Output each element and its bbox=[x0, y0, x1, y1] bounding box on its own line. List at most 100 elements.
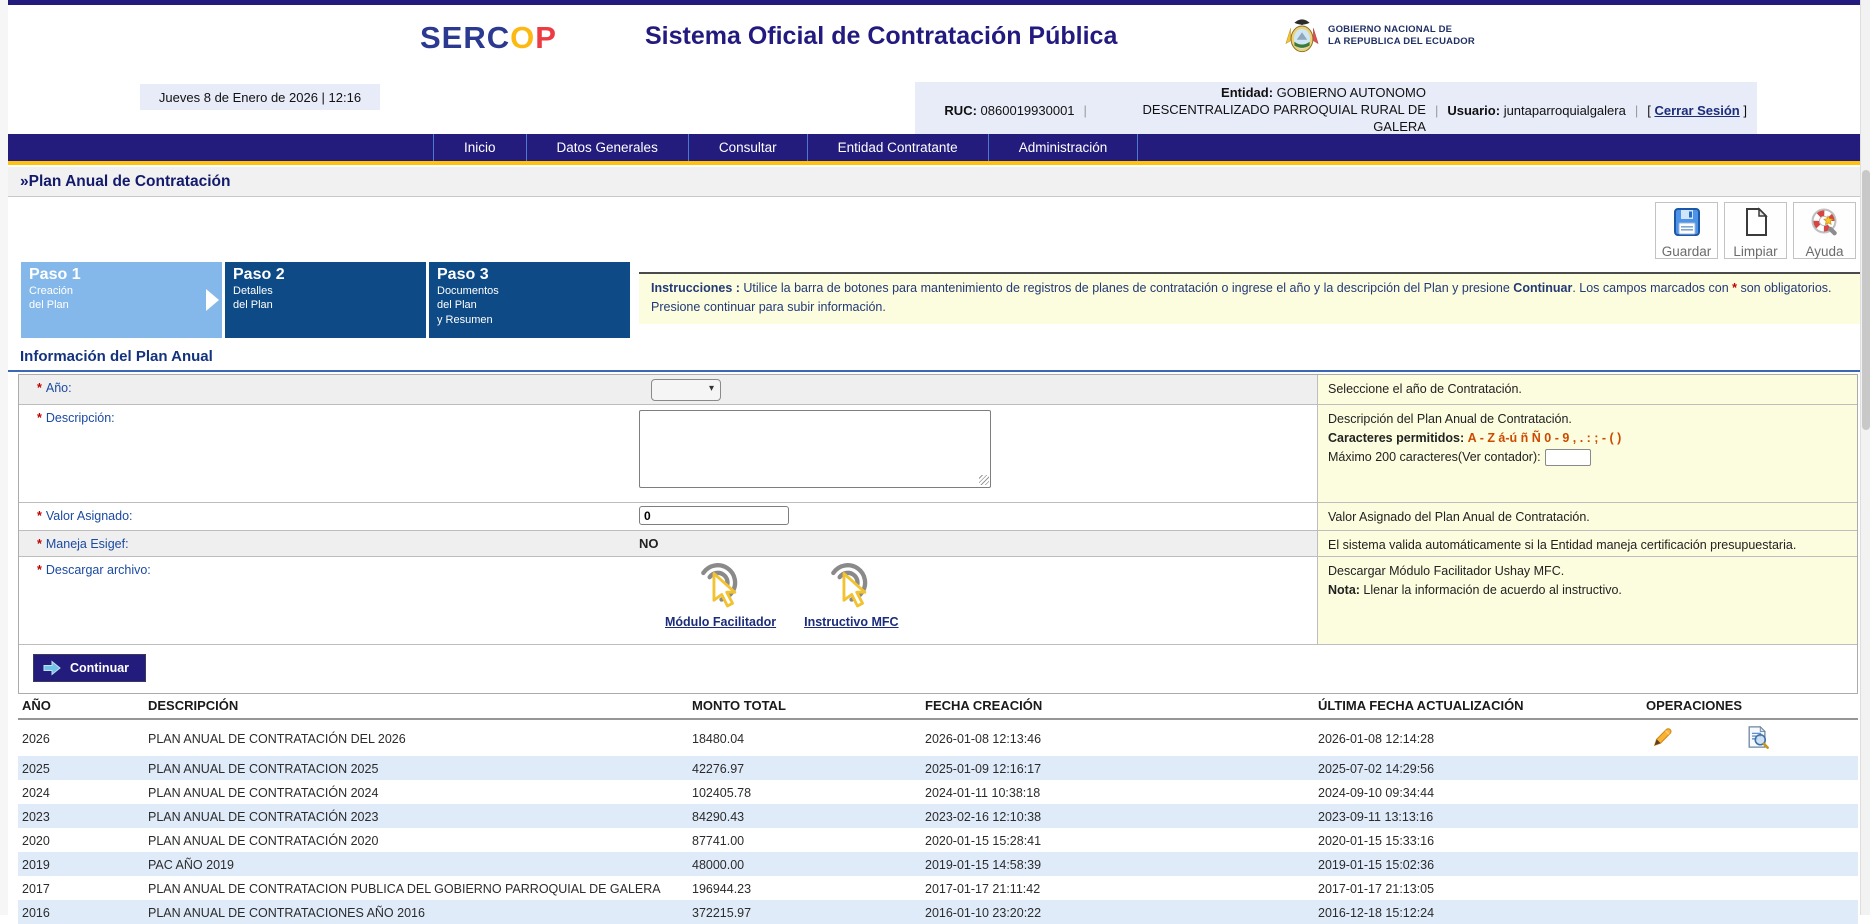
table-row: 2020PLAN ANUAL DE CONTRATACIÓN 202087741… bbox=[18, 828, 1858, 852]
save-floppy-icon bbox=[1671, 206, 1703, 238]
step-3-documentos[interactable]: Paso 3 Documentos del Plan y Resumen bbox=[429, 262, 630, 338]
help-line: Descargar Módulo Facilitador Ushay MFC. bbox=[1328, 562, 1847, 581]
table-row: 2025PLAN ANUAL DE CONTRATACION 202542276… bbox=[18, 756, 1858, 780]
chars-label: Caracteres permitidos: bbox=[1328, 431, 1464, 445]
step-title: Paso 3 bbox=[437, 265, 630, 284]
module-facilitador-download[interactable]: Módulo Facilitador bbox=[665, 562, 776, 629]
continue-button[interactable]: Continuar bbox=[33, 654, 146, 682]
instructions-label: Instrucciones : bbox=[651, 281, 740, 295]
view-document-icon[interactable] bbox=[1745, 725, 1770, 752]
logout-wrap: [ Cerrar Sesión ] bbox=[1647, 103, 1747, 118]
top-accent-bar bbox=[8, 0, 1860, 5]
session-bar: RUC: 0860019930001 | Entidad: GOBIERNO A… bbox=[915, 82, 1757, 139]
help-button[interactable]: Ayuda bbox=[1793, 202, 1856, 259]
page-title: »Plan Anual de Contratación bbox=[8, 167, 1860, 197]
form-row-year: *Año: ▾ Seleccione el año de Contratació… bbox=[19, 375, 1857, 405]
wizard-steps: Paso 1 Creación del Plan Paso 2 Detalles… bbox=[21, 262, 630, 338]
step-line: Documentos bbox=[437, 284, 630, 298]
cell-created: 2020-01-15 15:28:41 bbox=[925, 828, 1318, 852]
form-section-title: Información del Plan Anual bbox=[8, 346, 1860, 372]
plan-form: *Año: ▾ Seleccione el año de Contratació… bbox=[18, 374, 1858, 694]
description-field-cell bbox=[633, 405, 1317, 502]
instructivo-mfc-link[interactable]: Instructivo MFC bbox=[804, 615, 898, 629]
help-line: Descripción del Plan Anual de Contrataci… bbox=[1328, 410, 1847, 429]
clear-button-label: Limpiar bbox=[1725, 244, 1786, 259]
scrollbar-track[interactable] bbox=[1860, 0, 1870, 915]
required-asterisk: * bbox=[37, 509, 42, 523]
step-2-detalles[interactable]: Paso 2 Detalles del Plan bbox=[225, 262, 426, 338]
nav-item-inicio[interactable]: Inicio bbox=[433, 134, 526, 161]
nav-item-administracion[interactable]: Administración bbox=[988, 134, 1139, 161]
chars-value: A - Z á-ú ñ Ñ 0 - 9 , . : ; - ( ) bbox=[1468, 431, 1622, 445]
separator: | bbox=[1635, 103, 1638, 118]
form-row-description: *Descripción: Descripción del Plan Anual… bbox=[19, 405, 1857, 503]
ruc-info: RUC: 0860019930001 bbox=[944, 103, 1074, 118]
clear-button[interactable]: Limpiar bbox=[1724, 202, 1787, 259]
form-row-value: *Valor Asignado: Valor Asignado del Plan… bbox=[19, 503, 1857, 531]
instructions-box: Instrucciones : Utilice la barra de boto… bbox=[639, 272, 1861, 324]
step-1-creacion[interactable]: Paso 1 Creación del Plan bbox=[21, 262, 222, 338]
step-line: del Plan bbox=[233, 298, 426, 312]
blank-page-icon bbox=[1740, 206, 1772, 238]
instructivo-mfc-download[interactable]: Instructivo MFC bbox=[804, 562, 898, 629]
cell-amount: 196944.23 bbox=[692, 876, 925, 900]
assigned-value-input[interactable] bbox=[639, 506, 789, 525]
save-button-label: Guardar bbox=[1656, 244, 1717, 259]
header-amount: MONTO TOTAL bbox=[692, 692, 925, 719]
edit-pencil-icon[interactable] bbox=[1650, 726, 1674, 751]
year-label: * Año: bbox=[19, 375, 633, 404]
datetime-display: Jueves 8 de Enero de 2026 | 12:16 bbox=[140, 84, 380, 110]
cell-created: 2017-01-17 21:11:42 bbox=[925, 876, 1318, 900]
label-text: Maneja Esigef: bbox=[46, 537, 129, 551]
table-row: 2024PLAN ANUAL DE CONTRATACIÓN 202410240… bbox=[18, 780, 1858, 804]
table-row: 2019PAC AÑO 201948000.002019-01-15 14:58… bbox=[18, 852, 1858, 876]
max-chars-label: Máximo 200 caracteres(Ver contador): bbox=[1328, 450, 1541, 464]
cell-operations bbox=[1646, 780, 1858, 804]
separator: | bbox=[1084, 103, 1087, 118]
download-label: *Descargar archivo: bbox=[19, 557, 633, 644]
logo-text-yellow: O bbox=[510, 20, 535, 55]
nav-yellow-underline bbox=[8, 161, 1860, 165]
download-help: Descargar Módulo Facilitador Ushay MFC. … bbox=[1317, 557, 1857, 644]
help-line: Máximo 200 caracteres(Ver contador): bbox=[1328, 448, 1847, 467]
gov-line1: GOBIERNO NACIONAL DE bbox=[1328, 24, 1475, 36]
label-text: Año: bbox=[46, 381, 72, 395]
cell-amount: 84290.43 bbox=[692, 804, 925, 828]
cell-updated: 2023-09-11 13:13:16 bbox=[1318, 804, 1646, 828]
cell-operations bbox=[1646, 719, 1858, 756]
nav-item-datos-generales[interactable]: Datos Generales bbox=[526, 134, 688, 161]
cell-year: 2019 bbox=[18, 852, 148, 876]
required-asterisk: * bbox=[37, 381, 42, 395]
year-select[interactable] bbox=[651, 379, 721, 401]
module-facilitador-link[interactable]: Módulo Facilitador bbox=[665, 615, 776, 629]
scrollbar-thumb[interactable] bbox=[1862, 170, 1870, 430]
cell-description: PLAN ANUAL DE CONTRATACIÓN 2024 bbox=[148, 780, 692, 804]
nav-item-entidad-contratante[interactable]: Entidad Contratante bbox=[807, 134, 988, 161]
cell-created: 2025-01-09 12:16:17 bbox=[925, 756, 1318, 780]
separator: | bbox=[1435, 103, 1438, 118]
help-line: Nota: Llenar la información de acuerdo a… bbox=[1328, 581, 1847, 600]
cell-operations bbox=[1646, 900, 1858, 924]
cell-description: PLAN ANUAL DE CONTRATACIÓN DEL 2026 bbox=[148, 719, 692, 756]
cursor-click-icon bbox=[820, 562, 882, 614]
logout-link[interactable]: Cerrar Sesión bbox=[1654, 103, 1739, 118]
cell-updated: 2016-12-18 15:12:24 bbox=[1318, 900, 1646, 924]
cell-description: PLAN ANUAL DE CONTRATACIÓN 2023 bbox=[148, 804, 692, 828]
nav-item-consultar[interactable]: Consultar bbox=[688, 134, 807, 161]
value-help: Valor Asignado del Plan Anual de Contrat… bbox=[1317, 503, 1857, 530]
value-field-cell bbox=[633, 503, 1317, 530]
save-button[interactable]: Guardar bbox=[1655, 202, 1718, 259]
gov-line2: LA REPUBLICA DEL ECUADOR bbox=[1328, 36, 1475, 48]
cell-updated: 2025-07-02 14:29:56 bbox=[1318, 756, 1646, 780]
header-year: AÑO bbox=[18, 692, 148, 719]
cell-operations bbox=[1646, 804, 1858, 828]
main-nav: Inicio Datos Generales Consultar Entidad… bbox=[8, 134, 1860, 161]
form-row-download: *Descargar archivo: Módulo Facilitador bbox=[19, 557, 1857, 645]
header-operations: OPERACIONES bbox=[1646, 692, 1858, 719]
cell-year: 2017 bbox=[18, 876, 148, 900]
cell-year: 2024 bbox=[18, 780, 148, 804]
cursor-click-icon bbox=[690, 562, 752, 614]
description-textarea[interactable] bbox=[639, 410, 991, 488]
step-line: Creación bbox=[29, 284, 222, 298]
char-counter-input[interactable] bbox=[1545, 449, 1591, 466]
